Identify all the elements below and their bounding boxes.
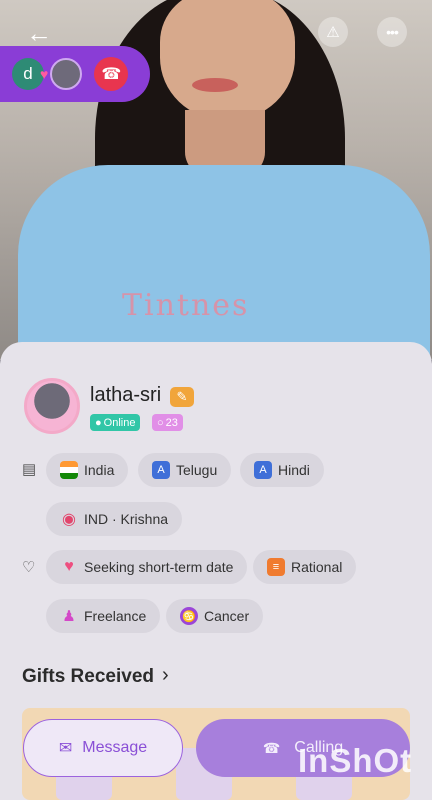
chip-occupation[interactable]: ♟ Freelance xyxy=(46,599,161,633)
chip-seeking-label: Seeking short-term date xyxy=(84,559,234,575)
chip-country[interactable]: India xyxy=(46,453,129,487)
online-status-badge: ● Online xyxy=(90,414,141,431)
arrow-left-icon: ← xyxy=(26,17,52,48)
shirt-print-text: Tintnes xyxy=(122,288,250,323)
chip-language-telugu[interactable]: A Telugu xyxy=(138,453,232,487)
back-button[interactable]: ← xyxy=(24,18,54,48)
chip-occupation-label: Freelance xyxy=(84,608,147,624)
chip-personality[interactable]: ≡ Rational xyxy=(253,550,357,584)
message-button[interactable]: ✉ Message xyxy=(23,719,183,777)
heart-icon: ♥ xyxy=(40,66,49,82)
chip-language-telugu-label: Telugu xyxy=(176,462,218,478)
message-button-label: Message xyxy=(82,739,148,756)
photo-shirt xyxy=(18,165,430,360)
chevron-right-icon[interactable]: › xyxy=(162,664,169,687)
photo-face xyxy=(160,0,295,120)
chip-country-label: India xyxy=(84,462,115,478)
active-call-pill[interactable]: d ♥ ☎ xyxy=(0,46,150,102)
list-icon: ≡ xyxy=(267,558,285,576)
chat-bubble-icon: ○ xyxy=(157,416,164,429)
person-icon: ♟ xyxy=(62,608,76,625)
callee-avatar xyxy=(50,58,83,90)
gifts-received-heading[interactable]: Gifts Received xyxy=(22,666,154,688)
chip-seeking[interactable]: ♥ Seeking short-term date xyxy=(46,550,248,584)
avatar[interactable] xyxy=(24,378,80,434)
zodiac-cancer-icon: ♋ xyxy=(180,607,198,625)
warning-triangle-icon: ⚠ xyxy=(326,24,340,41)
chip-location-label: IND · Krishna xyxy=(84,511,169,527)
language-icon: A xyxy=(254,461,272,479)
chip-language-hindi-label: Hindi xyxy=(278,462,310,478)
person-icon: ● xyxy=(95,416,102,429)
phone-icon: ☎ xyxy=(262,739,281,756)
india-flag-icon xyxy=(60,461,78,479)
heart-icon: ♥ xyxy=(64,558,74,575)
envelope-icon: ✉ xyxy=(58,740,73,757)
comment-count-badge: ○ 23 xyxy=(152,414,183,431)
heart-outline-icon: ♡ xyxy=(22,559,36,576)
more-dots-icon: ••• xyxy=(386,24,399,40)
chip-zodiac[interactable]: ♋ Cancer xyxy=(166,599,264,633)
chip-language-hindi[interactable]: A Hindi xyxy=(240,453,324,487)
chip-location[interactable]: ◉ IND · Krishna xyxy=(46,502,183,536)
profile-sheet: latha-sri ✎ ● Online ○ 23 ▤ India A Telu… xyxy=(0,342,432,800)
photo-lips xyxy=(192,78,238,92)
chip-zodiac-label: Cancer xyxy=(204,608,250,624)
more-button[interactable]: ••• xyxy=(377,17,407,47)
chip-personality-label: Rational xyxy=(291,559,343,575)
profile-name: latha-sri xyxy=(90,384,162,406)
comment-count: 23 xyxy=(165,416,178,429)
hang-up-button[interactable]: ☎ xyxy=(94,57,129,91)
info-list-icon: ▤ xyxy=(22,461,37,478)
level-badge-icon: ✎ xyxy=(170,387,194,407)
location-pin-icon: ◉ xyxy=(62,511,76,528)
online-status-label: Online xyxy=(103,416,136,429)
report-button[interactable]: ⚠ xyxy=(318,17,348,47)
language-icon: A xyxy=(152,461,170,479)
phone-hangup-icon: ☎ xyxy=(101,66,122,83)
inshot-watermark: InShOt xyxy=(298,742,413,779)
